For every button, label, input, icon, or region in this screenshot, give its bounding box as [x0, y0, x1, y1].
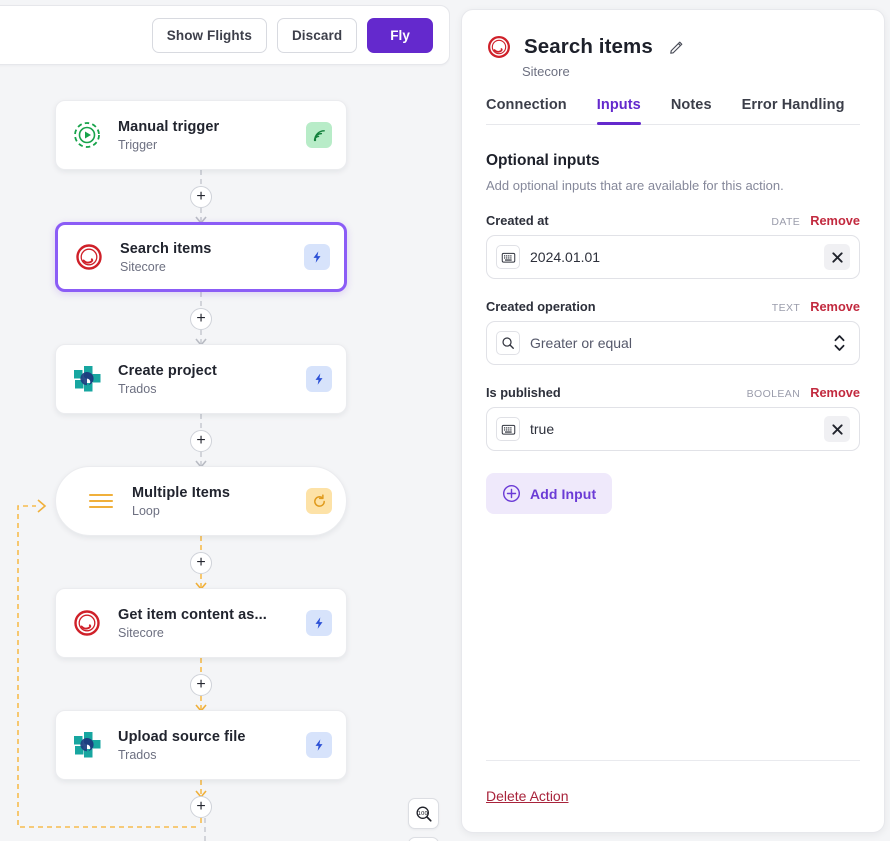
fly-button[interactable]: Fly [367, 17, 433, 53]
lightning-icon [306, 366, 332, 392]
field-label: Is published [486, 385, 561, 400]
panel-tabs: Connection Inputs Notes Error Handling [486, 97, 860, 125]
node-subtitle: Trados [118, 748, 157, 762]
clear-icon[interactable] [824, 244, 850, 270]
tab-error-handling[interactable]: Error Handling [742, 97, 845, 124]
trados-icon [70, 362, 104, 396]
node-title: Get item content as... [118, 607, 267, 623]
workflow-editor: Show Flights Discard Fly Manual trigger … [0, 0, 890, 841]
add-node-button[interactable]: + [190, 186, 212, 208]
sitecore-icon [72, 240, 106, 274]
clear-icon[interactable] [824, 416, 850, 442]
trados-icon [70, 728, 104, 762]
tab-notes[interactable]: Notes [671, 97, 712, 124]
node-text: Upload source file Trados [118, 728, 292, 762]
loop-lines-icon [84, 484, 118, 518]
workflow-node-manual-trigger[interactable]: Manual trigger Trigger [55, 100, 347, 170]
zoom-in-button[interactable]: + [408, 837, 439, 841]
page-title: Search items [524, 35, 653, 58]
show-flights-button[interactable]: Show Flights [151, 17, 267, 53]
panel-header: Search items [486, 34, 860, 60]
canvas-zoom-controls: 100 + − [408, 798, 439, 841]
node-subtitle: Loop [132, 504, 160, 518]
add-node-button[interactable]: + [190, 674, 212, 696]
sitecore-icon [486, 34, 512, 60]
workflow-node-upload-source-file[interactable]: Upload source file Trados [55, 710, 347, 780]
workflow-node-create-project[interactable]: Create project Trados [55, 344, 347, 414]
canvas-toolbar: Show Flights Discard Fly [0, 5, 450, 65]
stepper-icon[interactable] [828, 333, 850, 353]
field-label: Created at [486, 213, 549, 228]
node-subtitle: Sitecore [120, 260, 166, 274]
field-header: Is published BOOLEAN Remove [486, 385, 860, 400]
sitecore-icon [70, 606, 104, 640]
node-subtitle: Sitecore [118, 626, 164, 640]
tab-connection[interactable]: Connection [486, 97, 567, 124]
tab-inputs[interactable]: Inputs [596, 97, 641, 125]
add-input-button[interactable]: Add Input [486, 473, 613, 514]
is-published-value: true [530, 421, 555, 437]
loop-icon [306, 488, 332, 514]
node-text: Multiple Items Loop [132, 484, 292, 518]
field-header: Created at DATE Remove [486, 213, 860, 228]
add-node-button[interactable]: + [190, 308, 212, 330]
delete-action-link[interactable]: Delete Action [486, 788, 569, 804]
field-type-badge: BOOLEAN [746, 388, 801, 400]
node-title: Search items [120, 241, 212, 257]
pencil-icon[interactable] [665, 35, 689, 59]
field-header: Created operation TEXT Remove [486, 299, 860, 314]
field-created-operation: Created operation TEXT Remove Greater or… [486, 299, 860, 365]
action-details-panel: Search items Sitecore Connection Inputs … [461, 9, 885, 833]
node-title: Upload source file [118, 729, 246, 745]
search-icon [496, 331, 520, 355]
signal-icon [306, 122, 332, 148]
node-text: Get item content as... Sitecore [118, 606, 292, 640]
remove-field-button[interactable]: Remove [810, 385, 860, 400]
keyboard-icon [496, 417, 520, 441]
keyboard-icon [496, 245, 520, 269]
remove-field-button[interactable]: Remove [810, 299, 860, 314]
created-operation-input[interactable]: Greater or equal [486, 321, 860, 365]
panel-subtitle: Sitecore [522, 64, 570, 79]
is-published-input[interactable]: true [486, 407, 860, 451]
node-subtitle: Trigger [118, 138, 158, 152]
footer-divider [486, 760, 860, 761]
node-text: Search items Sitecore [120, 240, 290, 274]
field-is-published: Is published BOOLEAN Remove true [486, 385, 860, 451]
svg-text:100: 100 [417, 811, 428, 817]
node-title: Manual trigger [118, 119, 220, 135]
add-input-label: Add Input [530, 485, 597, 502]
add-node-button[interactable]: + [190, 796, 212, 818]
workflow-canvas[interactable]: Show Flights Discard Fly Manual trigger … [0, 0, 450, 841]
field-created-at: Created at DATE Remove 2024.01.01 [486, 213, 860, 279]
node-subtitle: Trados [118, 382, 157, 396]
workflow-node-search-items[interactable]: Search items Sitecore [55, 222, 347, 292]
created-operation-value: Greater or equal [530, 335, 632, 351]
created-at-value: 2024.01.01 [530, 249, 601, 265]
remove-field-button[interactable]: Remove [810, 213, 860, 228]
workflow-node-get-item-content[interactable]: Get item content as... Sitecore [55, 588, 347, 658]
field-type-badge: TEXT [771, 302, 801, 314]
zoom-reset-button[interactable]: 100 [408, 798, 439, 829]
panel-footer: Delete Action [486, 760, 860, 832]
lightning-icon [306, 732, 332, 758]
discard-button[interactable]: Discard [276, 17, 358, 53]
manual-trigger-icon [70, 118, 104, 152]
add-node-button[interactable]: + [190, 430, 212, 452]
section-description: Add optional inputs that are available f… [486, 178, 784, 193]
field-label: Created operation [486, 299, 596, 314]
field-type-badge: DATE [771, 216, 801, 228]
workflow-node-multiple-items[interactable]: Multiple Items Loop [55, 466, 347, 536]
plus-circle-icon [502, 484, 521, 503]
created-at-input[interactable]: 2024.01.01 [486, 235, 860, 279]
node-graph: Manual trigger Trigger + Search items Si… [0, 66, 450, 841]
node-text: Create project Trados [118, 362, 292, 396]
lightning-icon [304, 244, 330, 270]
node-text: Manual trigger Trigger [118, 118, 292, 152]
section-title: Optional inputs [486, 152, 600, 169]
add-node-button[interactable]: + [190, 552, 212, 574]
node-title: Create project [118, 363, 217, 379]
node-title: Multiple Items [132, 485, 231, 501]
lightning-icon [306, 610, 332, 636]
